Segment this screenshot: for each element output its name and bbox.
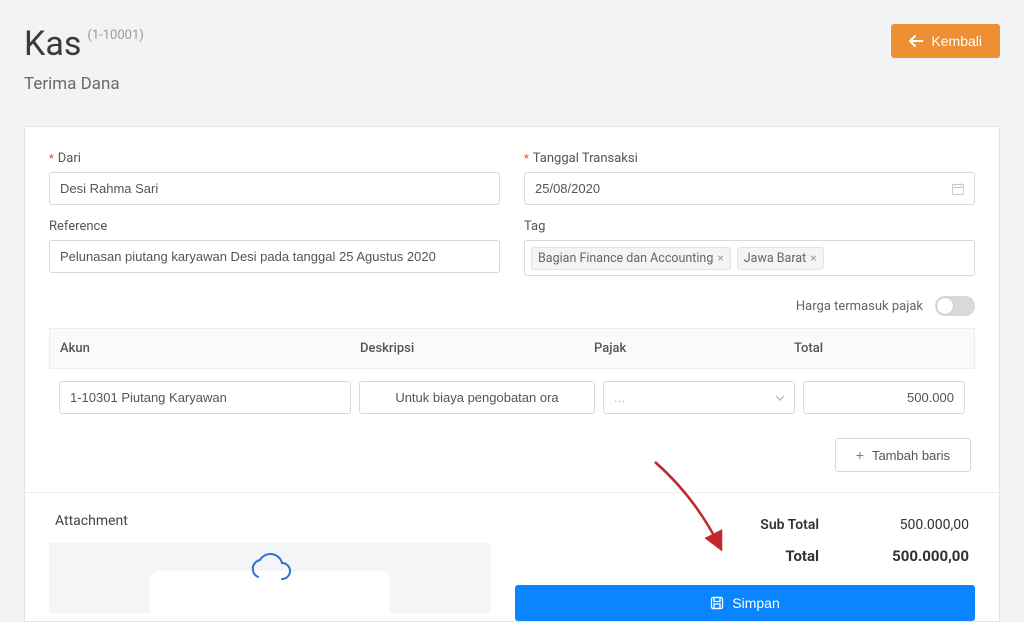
row-account-input[interactable] — [59, 381, 351, 414]
toggle-knob — [937, 298, 953, 314]
reference-input[interactable] — [49, 240, 500, 273]
row-total-input[interactable] — [803, 381, 965, 414]
calendar-icon[interactable] — [951, 182, 965, 196]
upload-cloud-icon — [247, 553, 293, 583]
add-row-button[interactable]: + Tambah baris — [835, 438, 971, 472]
tag-chip[interactable]: Jawa Barat × — [737, 247, 824, 270]
page-title: Kas — [24, 24, 81, 64]
total-label: Total — [669, 547, 819, 565]
chevron-down-icon — [775, 395, 785, 401]
add-row-label: Tambah baris — [872, 448, 950, 463]
back-button[interactable]: Kembali — [891, 24, 1000, 58]
tag-chip-label: Jawa Barat — [744, 251, 806, 266]
save-button[interactable]: Simpan — [515, 585, 975, 621]
tag-chip-label: Bagian Finance dan Accounting — [538, 251, 713, 266]
col-header-description: Deskripsi — [360, 341, 594, 356]
attachment-title: Attachment — [55, 513, 491, 529]
close-icon[interactable]: × — [717, 251, 723, 265]
required-marker: * — [49, 153, 54, 164]
save-icon — [710, 596, 724, 610]
tax-included-toggle[interactable] — [935, 296, 975, 316]
col-header-account: Akun — [60, 341, 360, 356]
col-header-total: Total — [794, 341, 964, 356]
required-marker: * — [524, 153, 529, 164]
tag-input[interactable]: Bagian Finance dan Accounting × Jawa Bar… — [524, 240, 975, 276]
from-input[interactable] — [49, 172, 500, 205]
date-label: Tanggal Transaksi — [533, 151, 638, 166]
reference-label: Reference — [49, 219, 107, 234]
row-description-input[interactable] — [359, 381, 595, 414]
date-input[interactable] — [524, 172, 975, 205]
save-button-label: Simpan — [732, 595, 779, 611]
from-label: Dari — [58, 151, 81, 166]
plus-icon: + — [856, 447, 864, 463]
total-value: 500.000,00 — [819, 547, 969, 565]
subtotal-value: 500.000,00 — [819, 517, 969, 533]
col-header-tax: Pajak — [594, 341, 794, 356]
subtotal-label: Sub Total — [669, 517, 819, 533]
close-icon[interactable]: × — [810, 251, 816, 265]
attachment-dropzone[interactable] — [49, 543, 491, 613]
tag-chip[interactable]: Bagian Finance dan Accounting × — [531, 247, 731, 270]
page-subtitle: Terima Dana — [24, 74, 144, 94]
row-tax-select[interactable] — [603, 381, 795, 414]
tax-included-label: Harga termasuk pajak — [796, 299, 923, 314]
form-card: * Dari * Tanggal Transaksi Reference Tag — [24, 126, 1000, 622]
page-title-block: Kas (1-10001) Terima Dana — [24, 24, 144, 94]
table-row — [49, 369, 975, 432]
arrow-left-icon — [909, 35, 923, 47]
tag-label: Tag — [524, 219, 545, 234]
table-header: Akun Deskripsi Pajak Total — [49, 328, 975, 369]
back-button-label: Kembali — [931, 33, 982, 49]
page-code: (1-10001) — [87, 28, 143, 43]
